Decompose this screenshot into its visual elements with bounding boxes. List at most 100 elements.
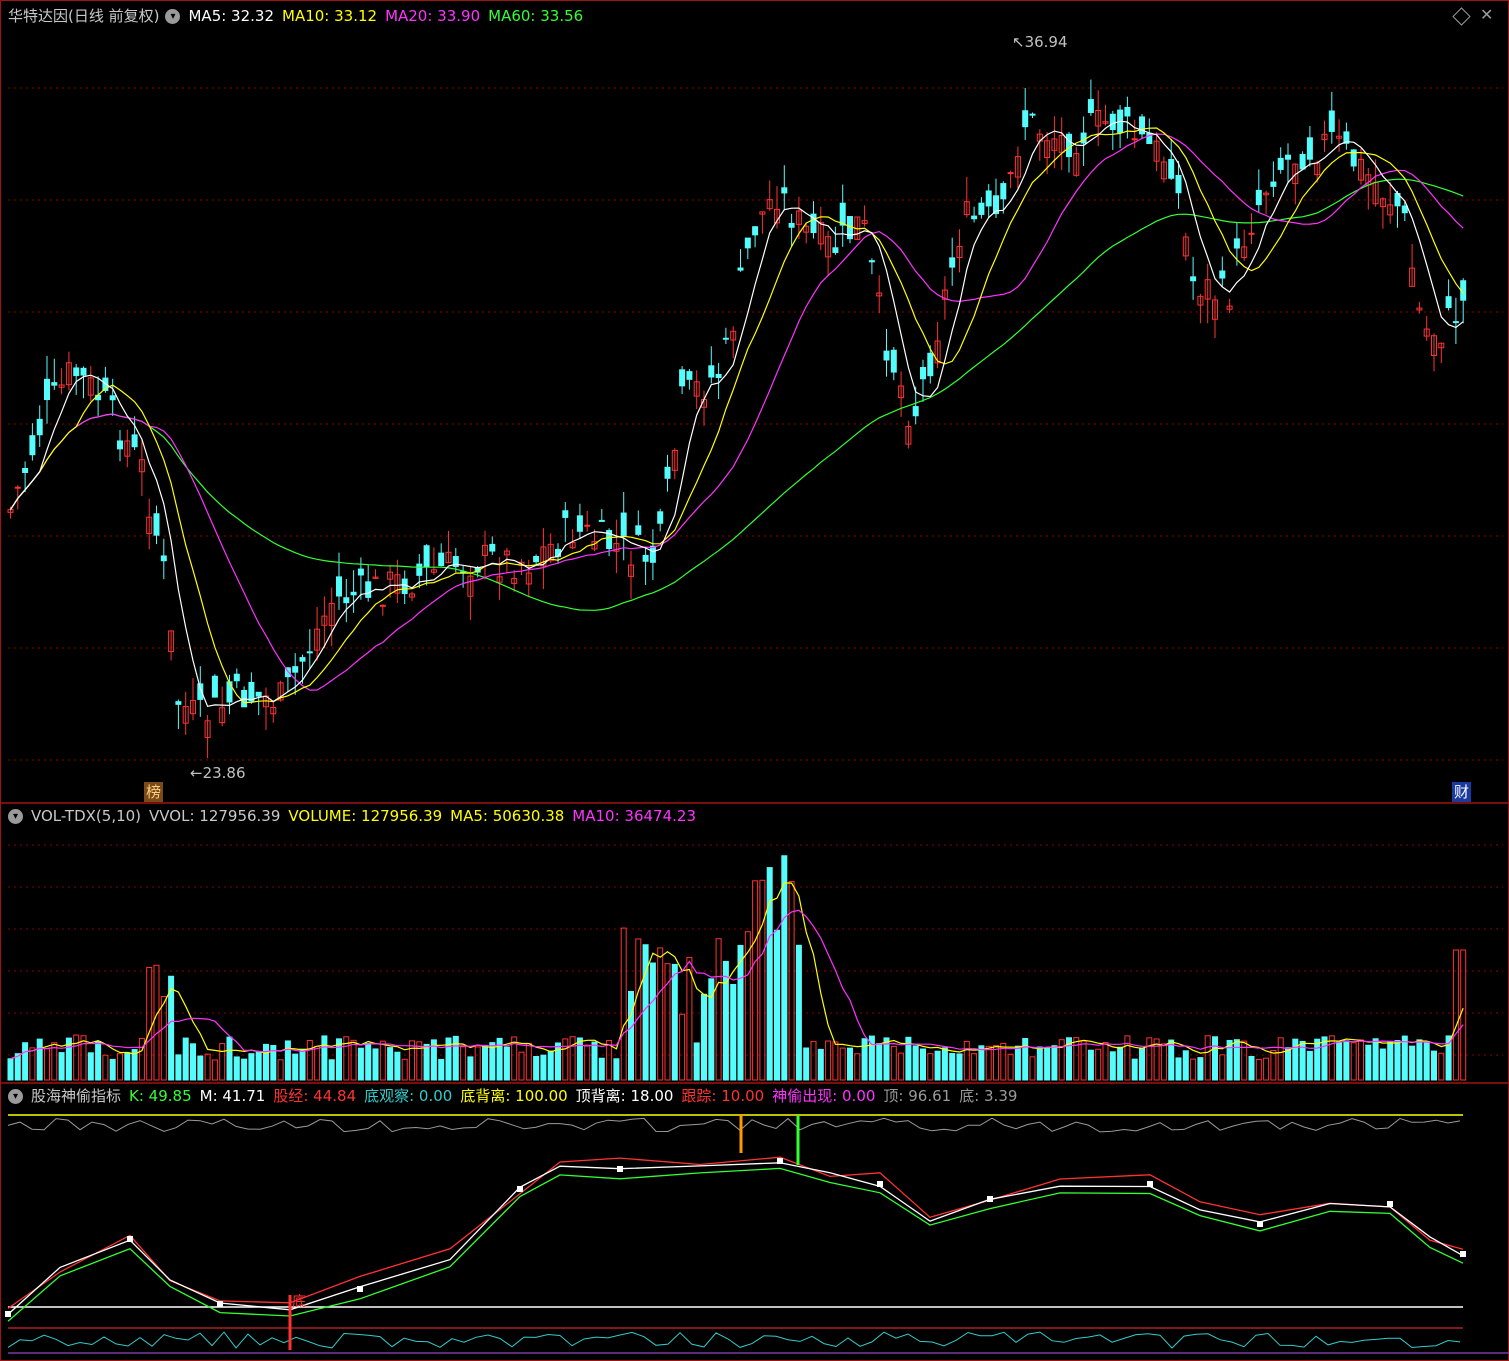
volume-bar (379, 1040, 386, 1081)
top-value-line (7, 1117, 1461, 1133)
candle-body (985, 190, 992, 207)
volume-bar (1036, 1046, 1043, 1081)
rank-badge[interactable]: 榜 (144, 782, 164, 802)
m-marker (127, 1236, 133, 1242)
volume-bar (1314, 1038, 1321, 1081)
volume-bar (314, 1045, 321, 1081)
volume-bar (1255, 1058, 1262, 1081)
m-marker (617, 1166, 623, 1172)
candle-body (635, 525, 642, 535)
candle-body (175, 701, 182, 705)
volume-bar (138, 1037, 145, 1081)
candle-body (1131, 138, 1138, 141)
candle-body (920, 367, 926, 380)
candle-body (51, 382, 58, 386)
candle-body (949, 257, 956, 268)
volume-chart[interactable] (0, 805, 1509, 1085)
volume-bar (941, 1047, 948, 1081)
candle-body (1401, 205, 1408, 214)
candle-body (868, 260, 875, 263)
candle-body (109, 395, 116, 401)
volume-bar (416, 1041, 423, 1081)
volume-bar (306, 1039, 313, 1081)
volume-bar (963, 1040, 970, 1081)
finance-badge[interactable]: 财 (1452, 782, 1472, 802)
volume-bar (109, 1058, 116, 1081)
volume-bar (803, 1047, 810, 1081)
volume-bar (1153, 1038, 1160, 1081)
candle-body (781, 187, 788, 194)
volume-bar (1431, 1050, 1437, 1081)
volume-bar (657, 947, 664, 1081)
volume-bar (985, 1045, 992, 1081)
candle-body (744, 237, 751, 249)
volume-bar (80, 1035, 87, 1081)
candle-body (1285, 154, 1291, 160)
volume-bar (1014, 1045, 1021, 1081)
candle-body (1109, 113, 1116, 131)
candle-body (423, 545, 430, 568)
candle-body (14, 486, 21, 489)
volume-bar (993, 1045, 999, 1081)
volume-bar (197, 1055, 204, 1081)
volume-bar (350, 1039, 357, 1081)
ma20-line (9, 133, 1464, 691)
volume-bar (920, 1048, 926, 1081)
low-price-value: 23.86 (202, 764, 246, 782)
volume-bar (1080, 1040, 1087, 1081)
volume-bar (832, 1041, 839, 1081)
volume-bar (160, 996, 167, 1081)
candle-body (883, 350, 890, 361)
volume-bar (671, 963, 678, 1081)
volume-bar (861, 1038, 868, 1081)
volume-bar (87, 1052, 94, 1081)
volume-bar (95, 1040, 102, 1081)
volume-bar (1350, 1042, 1357, 1081)
volume-bar (1204, 1035, 1211, 1081)
volume-bar (576, 1037, 583, 1081)
candle-body (22, 468, 29, 474)
candle-body (642, 554, 649, 562)
volume-bar (701, 993, 707, 1081)
volume-bar (1277, 1037, 1284, 1081)
candle-body (1087, 99, 1094, 114)
candle-body (657, 511, 664, 524)
volume-bar (817, 1048, 824, 1081)
candle-body (1233, 238, 1240, 249)
volume-bar (810, 1040, 817, 1081)
volume-bar (1051, 1045, 1058, 1081)
candle-body (255, 691, 262, 697)
candle-body (365, 581, 372, 598)
candle-body (1066, 133, 1072, 158)
volume-bar (372, 1048, 379, 1081)
volume-bar (1029, 1056, 1036, 1081)
volume-bar (394, 1051, 401, 1081)
volume-bar (547, 1050, 554, 1081)
volume-bar (146, 966, 153, 1081)
volume-bar (679, 1013, 686, 1081)
volume-bar (1139, 1047, 1145, 1081)
volume-bar (1168, 1039, 1175, 1081)
volume-bar (518, 1051, 525, 1081)
candle-body (620, 512, 627, 536)
m-marker (1257, 1221, 1263, 1227)
indicator-chart[interactable] (0, 1085, 1509, 1361)
volume-bar (1146, 1037, 1153, 1081)
volume-bar (1248, 1055, 1255, 1081)
volume-bar (628, 990, 634, 1081)
volume-bar (1197, 1057, 1204, 1081)
candle-body (533, 555, 540, 563)
volume-bar (847, 1047, 853, 1081)
volume-bar (102, 1054, 109, 1081)
candle-body (379, 604, 386, 607)
volume-bar (1190, 1058, 1197, 1081)
volume-bar (759, 879, 766, 1081)
volume-bar (934, 1050, 941, 1081)
m-marker (357, 1286, 363, 1292)
volume-bar (219, 1043, 226, 1081)
volume-bar (226, 1036, 233, 1081)
volume-bar (1212, 1036, 1218, 1081)
candle-body (752, 226, 759, 236)
price-chart[interactable] (0, 0, 1509, 805)
volume-bar (211, 1059, 218, 1081)
